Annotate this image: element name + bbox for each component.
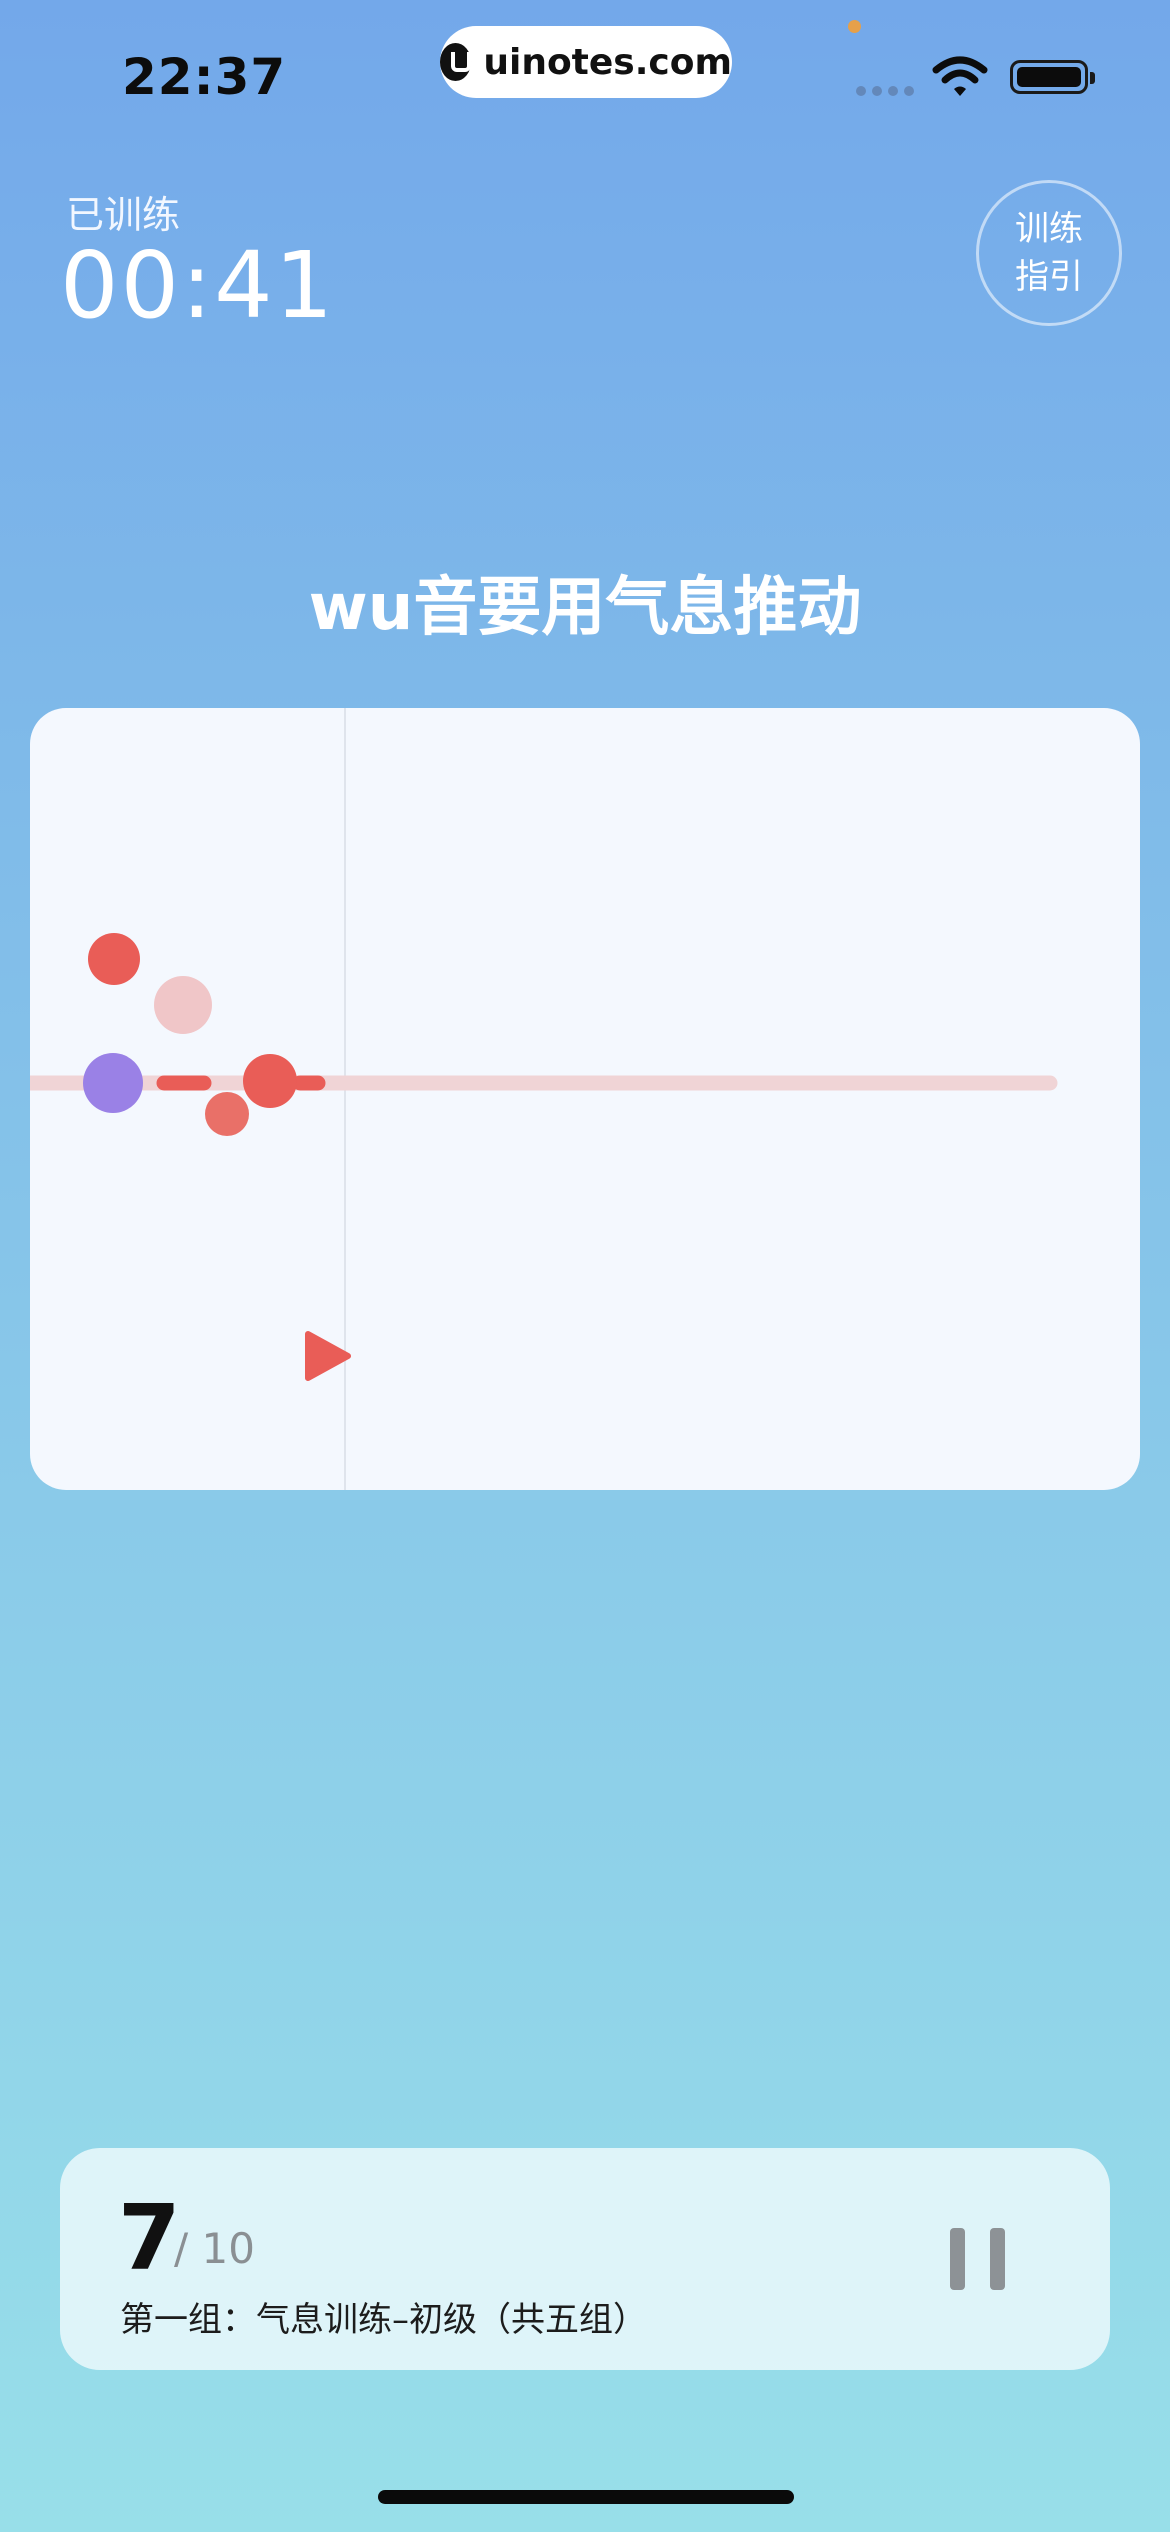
progress-card: 7 / 10 第一组：气息训练–初级（共五组） xyxy=(60,2148,1110,2370)
pitch-dot-faded xyxy=(154,976,212,1034)
watermark-logo-icon xyxy=(440,43,472,81)
training-guide-button[interactable]: 训练 指引 xyxy=(976,180,1122,326)
watermark-pill: uinotes.com xyxy=(440,26,732,98)
progress-current: 7 xyxy=(118,2186,181,2291)
pause-icon xyxy=(950,2228,965,2290)
guide-label-line2: 指引 xyxy=(1015,257,1083,297)
pause-icon xyxy=(990,2228,1005,2290)
guide-label-line1: 训练 xyxy=(1015,209,1083,249)
group-label: 第一组：气息训练–初级（共五组） xyxy=(120,2300,647,2340)
recording-indicator-dot xyxy=(848,20,861,33)
elapsed-label: 已训练 xyxy=(66,193,181,237)
watermark-text: uinotes.com xyxy=(483,41,732,83)
pitch-dot xyxy=(205,1092,249,1136)
pitch-dot xyxy=(88,933,140,985)
pitch-visualization xyxy=(30,708,1058,1490)
user-voice-dot xyxy=(83,1053,143,1113)
signal-icon xyxy=(856,86,914,96)
training-prompt: wu音要用气息推动 xyxy=(308,571,862,645)
pitch-dot xyxy=(243,1054,297,1108)
wifi-icon xyxy=(932,56,988,96)
pause-button[interactable] xyxy=(950,2218,1030,2298)
elapsed-time: 00:41 xyxy=(60,232,336,339)
status-time: 22:37 xyxy=(122,48,287,106)
pitch-card xyxy=(30,708,1140,1490)
play-marker-icon xyxy=(305,1331,351,1381)
progress-total: / 10 xyxy=(174,2224,255,2273)
home-indicator xyxy=(378,2490,794,2504)
battery-icon xyxy=(1010,60,1095,94)
